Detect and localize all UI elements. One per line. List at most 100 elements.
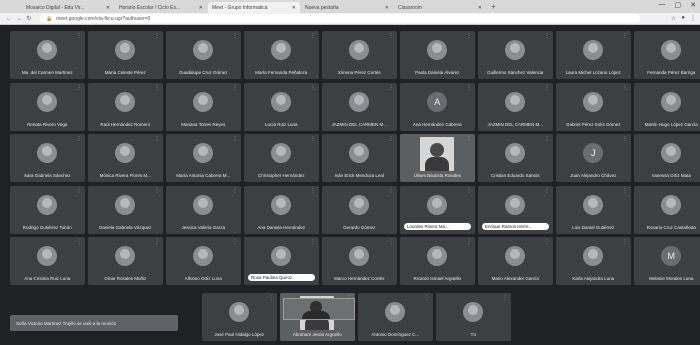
browser-tab[interactable]: Nueva pestaña ✕ <box>301 2 393 13</box>
mic-off-icon: ⋮ <box>424 295 430 301</box>
participant-name: Melanie Morales Luna <box>649 276 694 281</box>
participant-tile[interactable]: ⋮ Raúl Hernández Romero <box>88 82 163 131</box>
mic-off-icon: ⋮ <box>388 187 394 194</box>
participant-tile[interactable]: ⋮ Luis Daniel Gutiérrez <box>556 185 631 234</box>
participant-name: Tú <box>470 332 476 337</box>
participant-tile[interactable]: ⋮ Marco Hernández Cortés <box>322 237 397 285</box>
participant-tile[interactable]: ⋮ María Antonia Cabrera M... <box>166 134 241 182</box>
participant-tile[interactable]: ⋮ Alfonso Ortiz Luna <box>166 237 241 285</box>
participant-tile[interactable]: ⋮MMelanie Morales Luna <box>634 237 700 285</box>
participant-tile[interactable]: ⋮ Mario Alexander García <box>478 237 553 285</box>
mic-off-icon: ⋮ <box>544 33 550 39</box>
self-view-video[interactable] <box>283 298 355 320</box>
profile-icon[interactable]: ● <box>681 15 685 22</box>
participant-tile[interactable]: ⋮ Ana Daniela Hernández <box>244 185 319 234</box>
participant-tile[interactable]: ⋮ Laura Michel Lozano López <box>556 31 631 79</box>
participant-tile[interactable]: ⋮ Gabriel Pérez Solís Gómez <box>556 82 631 131</box>
participant-name: Guillermo Sánchez Valencia <box>487 70 544 75</box>
star-icon[interactable]: ☆ <box>671 15 676 22</box>
avatar <box>427 40 448 60</box>
close-icon[interactable]: ✕ <box>292 5 296 11</box>
participant-tile[interactable]: ⋮ Lucía Ruiz Luna <box>244 82 319 131</box>
participant-tile[interactable]: ⋮Vanessa Ortiz Mata <box>634 134 700 182</box>
participant-tile[interactable]: ⋮ Rodrigo Gutiérrez Tobón <box>10 185 85 234</box>
participant-tile[interactable]: ⋮ Guadalupe Cruz Gómez <box>166 31 241 79</box>
mic-off-icon: ⋮ <box>154 33 160 39</box>
avatar <box>349 40 370 60</box>
participant-tile[interactable]: ⋮ Karla Alejandra Luna <box>556 237 631 285</box>
participant-tile[interactable]: ⋮ Enrique Ramos Herre... <box>478 185 553 234</box>
participant-tile[interactable]: ⋮ Jessica Valeria Garza <box>166 185 241 234</box>
mic-off-icon: ⋮ <box>76 136 82 142</box>
reload-icon[interactable]: ↻ <box>24 15 34 22</box>
participant-tile[interactable]: ⋮ Antonio Domínguez C... <box>358 293 433 341</box>
participant-tile[interactable]: ⋮Martín Hugo López García <box>634 82 700 131</box>
browser-tab[interactable]: Mosaico Digital - Edu Vir... ✕ <box>22 2 114 13</box>
close-icon[interactable]: ✕ <box>106 5 110 11</box>
participant-name: Karla Alejandra Luna <box>572 276 615 281</box>
participant-tile[interactable]: ⋮ Cristian Eduardo Santos <box>478 134 553 182</box>
participant-tile[interactable]: ⋮Fernanda Pérez Barriga <box>634 31 700 79</box>
participant-tile[interactable]: ⋮ J Juan Alejandro Chávez <box>556 134 631 182</box>
avatar <box>37 246 58 266</box>
participant-tile[interactable]: ⋮ Lourdes Rivera Ma... <box>400 185 475 234</box>
tab-title: Nueva pestaña <box>305 4 339 11</box>
participant-tile[interactable]: ⋮ Omar Rosales Muñiz <box>88 237 163 285</box>
back-icon[interactable]: ← <box>4 16 14 22</box>
participant-tile[interactable]: ⋮ JAZMIN DEL CARMEN M... <box>322 82 397 131</box>
participant-tile[interactable]: ⋮ María Fernanda Peñaloza <box>244 31 319 79</box>
browser-tab[interactable]: Horario Escolar / Ciclo Es... ✕ <box>115 2 207 13</box>
participant-tile[interactable]: ⋮ Ricardo Ismael Argüello <box>400 237 475 285</box>
mic-off-icon: ⋮ <box>622 136 628 142</box>
mic-off-icon: ⋮ <box>76 33 82 39</box>
avatar <box>349 143 370 163</box>
participant-name: Mónica Rivera Flores M... <box>99 173 151 178</box>
participant-name: Ana Cristina Ruiz Luna <box>24 276 71 281</box>
tab-title: Mosaico Digital - Edu Vir... <box>26 4 85 11</box>
participant-tile[interactable]: ⋮ Ximena Pérez Cortés <box>322 31 397 79</box>
minimize-button[interactable]: — <box>659 1 666 9</box>
participant-tile[interactable]: ⋮ Guillermo Sánchez Valencia <box>478 31 553 79</box>
menu-icon[interactable]: ⋮ <box>690 15 696 22</box>
participant-tile[interactable]: ⋮ María Celeste Pérez <box>88 31 163 79</box>
participant-name: Ricardo Ismael Argüello <box>413 276 462 281</box>
participant-tile[interactable]: ⋮ Mónica Rivera Flores M... <box>88 134 163 182</box>
participant-tile[interactable]: ⋮ Renata Rivero Vega <box>10 82 85 131</box>
avatar <box>583 91 604 112</box>
participant-tile[interactable]: ⋮ Paola Daniela Álvarez <box>400 31 475 79</box>
participant-name: Ana Hernández Cabrera <box>412 121 462 127</box>
close-icon[interactable]: ✕ <box>199 5 203 11</box>
maximize-button[interactable]: ▢ <box>675 1 682 9</box>
avatar <box>193 143 214 163</box>
participant-tile[interactable]: ⋮ Ulises Bautista Rosales <box>400 134 475 182</box>
participant-tile[interactable]: ⋮ Mariana Torres Reyes <box>166 82 241 131</box>
participant-tile[interactable]: ⋮ Iván Erick Mendoza Leal <box>322 134 397 182</box>
participant-tile[interactable]: ⋮ Ana Cristina Ruiz Luna <box>10 237 85 285</box>
participant-name: Daniela Gabriela Vázquez <box>99 224 152 230</box>
avatar <box>661 143 682 163</box>
participant-tile[interactable]: ⋮ Gerardo Gómez <box>322 185 397 234</box>
participant-tile[interactable]: ⋮ A Ana Hernández Cabrera <box>400 82 475 131</box>
participant-tile[interactable]: ⋮ Daniela Gabriela Vázquez <box>88 185 163 234</box>
url-input[interactable]: 🔒 meet.google.com/vta-fkcu-ugr?authuser=… <box>40 14 640 23</box>
forward-icon[interactable]: → <box>14 16 24 22</box>
participant-tile[interactable]: ⋮ Tú <box>436 293 511 341</box>
mic-off-icon: ⋮ <box>544 239 550 245</box>
close-icon[interactable]: ✕ <box>478 5 482 11</box>
avatar <box>271 143 292 163</box>
close-icon[interactable]: ✕ <box>385 5 389 11</box>
participant-tile[interactable]: ⋮ Rosa Paulina Quiroz <box>244 237 319 285</box>
participant-name: Christopher Hernández <box>257 173 305 178</box>
participant-tile[interactable]: ⋮ Sara Gabriela Sánchez <box>10 134 85 182</box>
participant-name: Paola Daniela Álvarez <box>415 70 460 75</box>
participant-tile[interactable]: ⋮ Christopher Hernández <box>244 134 319 182</box>
participant-tile[interactable]: ⋮ José Paul Hidalgo López <box>202 293 277 341</box>
close-window-button[interactable]: ✕ <box>690 1 696 9</box>
mic-off-icon: ⋮ <box>466 33 472 39</box>
participant-tile[interactable]: ⋮Rosario Cruz Castañeda <box>634 185 700 234</box>
browser-tab[interactable]: Classroom ✕ <box>394 2 486 13</box>
new-tab-button[interactable]: + <box>491 2 496 11</box>
participant-tile[interactable]: ⋮ Ma. del Carmen Martínez <box>10 31 85 79</box>
browser-tab-active[interactable]: Meet - Grupo Informatica ✕ <box>208 2 300 13</box>
participant-tile[interactable]: ⋮ JAZMIN DEL CARMEN M... <box>478 82 553 131</box>
